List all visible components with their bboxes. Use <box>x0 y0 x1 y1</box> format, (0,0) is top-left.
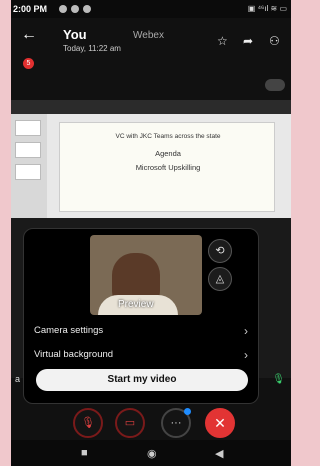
recents-icon[interactable]: ■ <box>81 447 88 459</box>
system-nav-bar: ■ ◉ ◀ <box>11 440 291 466</box>
more-options-label: ··· <box>170 417 182 429</box>
slide-canvas: VC with JKC Teams across the state Agend… <box>59 122 275 212</box>
virtual-background-row[interactable]: Virtual background › <box>34 348 248 367</box>
home-icon[interactable]: ◉ <box>147 447 157 460</box>
shared-content: VC with JKC Teams across the state Agend… <box>11 100 291 218</box>
notification-dot <box>184 408 191 415</box>
switch-camera-icon[interactable]: ⟲ <box>208 239 232 263</box>
participants-icon[interactable]: ⚇ <box>269 34 280 48</box>
more-options-icon[interactable]: ··· <box>161 408 191 438</box>
call-controls: 🎙 ▭ ··· ✕ <box>11 404 291 440</box>
preview-label: Preview <box>118 299 154 310</box>
star-icon[interactable]: ☆ <box>217 34 228 48</box>
end-call-icon[interactable]: ✕ <box>205 408 235 438</box>
notification-badge: 5 <box>23 58 34 69</box>
phone-screen: 2:00 PM ▣ ⁴⁶ıl ≋ ▭ ← You Today, 11:22 am… <box>11 0 291 466</box>
mute-icon[interactable]: 🎙 <box>73 408 103 438</box>
slide-thumbnail <box>15 164 41 180</box>
meeting-title: You <box>63 27 87 42</box>
notification-icon <box>71 5 79 13</box>
camera-settings-label: Camera settings <box>34 325 104 336</box>
camera-preview: Preview <box>90 235 202 315</box>
meeting-header: ← You Today, 11:22 am Webex ☆ ➦ ⚇ <box>11 18 291 54</box>
slide-thumbnails <box>11 114 47 218</box>
status-bar: 2:00 PM ▣ ⁴⁶ıl ≋ ▭ <box>11 0 291 18</box>
status-icons: ▣ ⁴⁶ıl ≋ ▭ <box>247 4 287 13</box>
video-preview-popup: Preview ⟲ ◬ Camera settings › Virtual ba… <box>23 228 259 404</box>
notification-icon <box>83 5 91 13</box>
slide-topic: Microsoft Upskilling <box>135 163 201 172</box>
participant-label: a <box>15 374 21 384</box>
mic-active-icon: 🎙 <box>272 374 285 385</box>
mirror-icon[interactable]: ◬ <box>208 267 232 291</box>
slide-thumbnail <box>15 142 41 158</box>
start-video-button[interactable]: Start my video <box>36 369 248 391</box>
camera-settings-row[interactable]: Camera settings › <box>34 324 248 343</box>
meeting-time: Today, 11:22 am <box>63 44 121 53</box>
slide-heading: VC with JKC Teams across the state <box>115 133 221 140</box>
slide-thumbnail <box>15 120 41 136</box>
notification-icon <box>59 5 67 13</box>
app-name[interactable]: Webex <box>133 30 164 41</box>
slide-agenda: Agenda <box>155 149 181 158</box>
share-icon[interactable]: ➦ <box>243 34 253 48</box>
video-off-icon[interactable]: ▭ <box>115 408 145 438</box>
status-time: 2:00 PM <box>13 4 48 14</box>
chevron-right-icon: › <box>244 348 248 362</box>
back-nav-icon[interactable]: ◀ <box>215 447 223 460</box>
layout-toggle-button[interactable] <box>265 79 285 91</box>
back-arrow-icon[interactable]: ← <box>21 26 37 44</box>
chevron-right-icon: › <box>244 324 248 338</box>
virtual-background-label: Virtual background <box>34 349 114 360</box>
presentation-toolbar <box>11 100 291 114</box>
